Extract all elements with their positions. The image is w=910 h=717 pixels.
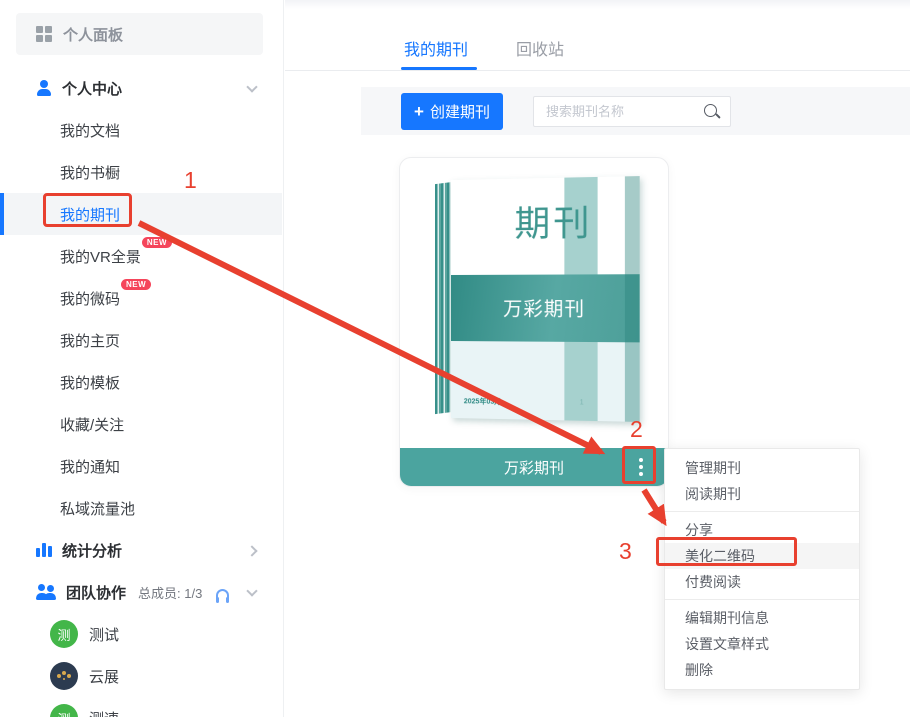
- team-icon: [36, 584, 56, 600]
- team-members-count: 总成员: 1/3: [138, 583, 202, 602]
- search-box: [533, 96, 731, 127]
- app-window: 个人面板 个人中心 我的文档 我的书橱 我的期刊 我的VR全景 NEW: [0, 0, 910, 717]
- journal-title: 万彩期刊: [504, 457, 564, 478]
- sidebar-item-my-homepage[interactable]: 我的主页: [0, 319, 282, 361]
- menu-item-delete[interactable]: 删除: [665, 657, 859, 683]
- toolbar: + 创建期刊: [361, 87, 910, 135]
- tab-my-journals[interactable]: 我的期刊: [404, 36, 468, 60]
- sidebar-item-favorites-follows[interactable]: 收藏/关注: [0, 403, 282, 445]
- sidebar-item-label: 我的模板: [60, 372, 120, 393]
- person-icon: [36, 80, 52, 96]
- sidebar-item-label: 收藏/关注: [60, 414, 124, 435]
- cover-date: 2025年03月: [464, 396, 501, 407]
- context-menu: 管理期刊 阅读期刊 分享 美化二维码 付费阅读 编辑期刊信息 设置文章样式 删除: [664, 448, 860, 690]
- team-member-row[interactable]: 测 测试: [0, 613, 282, 655]
- menu-item-edit-journal-info[interactable]: 编辑期刊信息: [665, 605, 859, 631]
- sidebar-item-label: 我的VR全景: [60, 249, 141, 266]
- member-name: 测试: [89, 624, 119, 645]
- chevron-down-icon: [246, 585, 257, 596]
- dashboard-grid-icon: [36, 26, 52, 42]
- sidebar-item-my-documents[interactable]: 我的文档: [0, 109, 282, 151]
- statistics-label: 统计分析: [62, 540, 122, 561]
- sidebar-item-my-templates[interactable]: 我的模板: [0, 361, 282, 403]
- main-content: 我的期刊 回收站 + 创建期刊 期刊: [285, 0, 910, 717]
- menu-divider: [665, 511, 859, 512]
- top-shadow: [285, 0, 910, 9]
- cover-page-number: 1: [580, 399, 584, 406]
- sidebar-item-team-collaboration[interactable]: 团队协作 总成员: 1/3: [0, 571, 282, 613]
- avatar: 测: [50, 620, 78, 648]
- sidebar-item-my-microcode[interactable]: 我的微码 NEW: [0, 277, 282, 319]
- menu-item-paid-reading[interactable]: 付费阅读: [665, 569, 859, 595]
- personal-center-label: 个人中心: [62, 78, 122, 99]
- search-input[interactable]: [534, 97, 730, 126]
- active-tab-underline: [401, 67, 477, 70]
- new-badge: NEW: [121, 279, 151, 290]
- journal-card[interactable]: 期刊 万彩期刊 2025年03月 1 万彩期刊: [399, 157, 669, 487]
- cover-band-title: 万彩期刊: [503, 294, 585, 322]
- menu-item-beautify-qrcode[interactable]: 美化二维码: [665, 543, 859, 569]
- headset-icon[interactable]: [216, 589, 229, 600]
- avatar: [50, 662, 78, 690]
- journal-card-footer: 万彩期刊: [400, 448, 668, 486]
- tab-recycle-bin[interactable]: 回收站: [516, 36, 564, 60]
- chevron-right-icon: [246, 545, 257, 556]
- tab-bar: 我的期刊 回收站: [285, 0, 910, 71]
- cover-right-edge: [625, 176, 640, 422]
- more-options-kebab-icon[interactable]: [631, 457, 651, 477]
- sidebar-item-my-journals[interactable]: 我的期刊: [0, 193, 282, 235]
- sidebar-item-label: 我的微码: [60, 291, 120, 308]
- sidebar-item-dashboard[interactable]: 个人面板: [16, 13, 263, 55]
- sidebar-item-personal-center[interactable]: 个人中心: [0, 67, 282, 109]
- create-journal-label: 创建期刊: [430, 101, 490, 122]
- menu-item-manage-journal[interactable]: 管理期刊: [665, 455, 859, 481]
- member-name: 测速: [89, 708, 119, 717]
- cover-band: 万彩期刊: [451, 274, 640, 342]
- search-icon[interactable]: [703, 103, 721, 121]
- member-name: 云展: [89, 666, 119, 687]
- menu-item-share[interactable]: 分享: [665, 517, 859, 543]
- dashboard-label: 个人面板: [63, 24, 123, 45]
- sidebar-item-label: 我的书橱: [60, 162, 120, 183]
- avatar-letter: 测: [57, 709, 70, 717]
- team-member-row[interactable]: 云展: [0, 655, 282, 697]
- sidebar-item-my-notifications[interactable]: 我的通知: [0, 445, 282, 487]
- sidebar-item-label: 我的主页: [60, 330, 120, 351]
- create-journal-button[interactable]: + 创建期刊: [401, 93, 503, 130]
- sidebar-item-label: 我的文档: [60, 120, 120, 141]
- team-member-row[interactable]: 测 测速: [0, 697, 282, 717]
- sidebar-item-private-traffic-pool[interactable]: 私域流量池: [0, 487, 282, 529]
- sidebar-item-statistics[interactable]: 统计分析: [0, 529, 282, 571]
- sidebar-item-label: 我的期刊: [60, 204, 120, 225]
- menu-item-read-journal[interactable]: 阅读期刊: [665, 481, 859, 507]
- menu-item-set-article-style[interactable]: 设置文章样式: [665, 631, 859, 657]
- sidebar-item-label: 我的通知: [60, 456, 120, 477]
- avatar-letter: 测: [57, 625, 70, 644]
- book-front-cover: 期刊 万彩期刊 2025年03月 1: [451, 176, 640, 422]
- sidebar-item-my-vr-panorama[interactable]: 我的VR全景 NEW: [0, 235, 282, 277]
- avatar: 测: [50, 704, 78, 717]
- sidebar-item-label: 私域流量池: [60, 498, 135, 519]
- bar-chart-icon: [36, 542, 52, 558]
- sidebar-item-my-bookshelf[interactable]: 我的书橱: [0, 151, 282, 193]
- cover-bottom-section: [451, 341, 640, 422]
- menu-divider: [665, 599, 859, 600]
- sidebar: 个人面板 个人中心 我的文档 我的书橱 我的期刊 我的VR全景 NEW: [0, 0, 284, 717]
- plus-icon: +: [414, 103, 424, 120]
- journal-cover: 期刊 万彩期刊 2025年03月 1: [435, 178, 635, 420]
- sidebar-menu: 个人中心 我的文档 我的书橱 我的期刊 我的VR全景 NEW 我的微码: [0, 67, 282, 717]
- logo-emblem-icon: [62, 671, 66, 675]
- team-label: 团队协作: [66, 582, 126, 603]
- new-badge: NEW: [142, 237, 172, 248]
- chevron-down-icon: [246, 81, 257, 92]
- cover-title: 期刊: [451, 193, 640, 247]
